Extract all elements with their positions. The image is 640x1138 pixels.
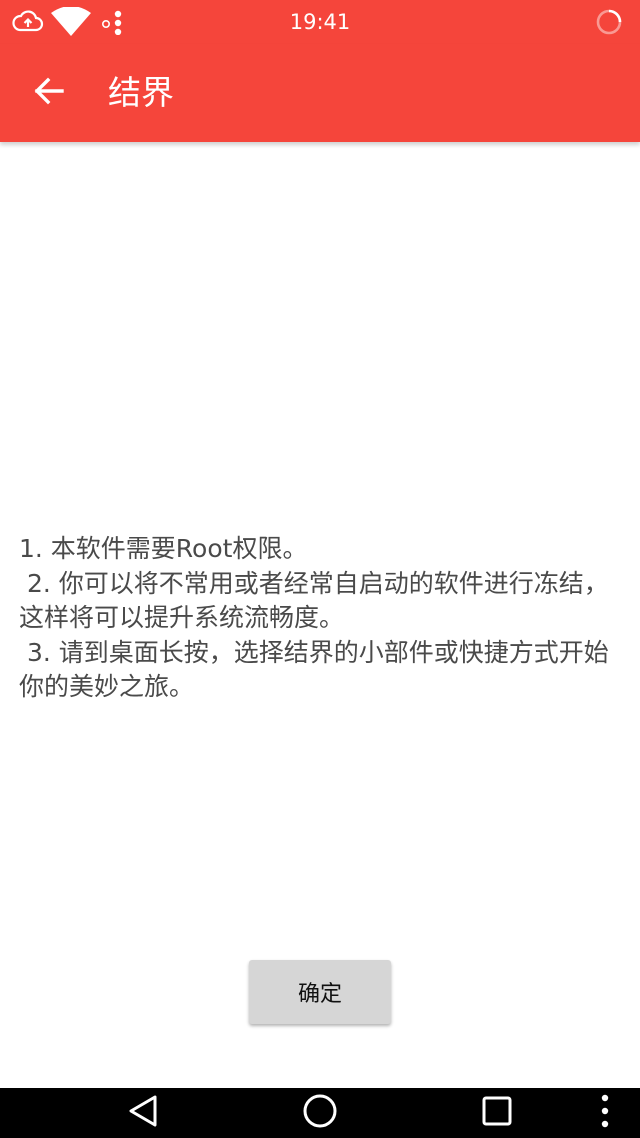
status-time: 19:41 [289,10,351,34]
recents-square-icon [481,1095,513,1131]
nav-home-button[interactable] [297,1088,343,1138]
more-vert-icon [600,1094,610,1132]
status-bar: 19:41 [0,0,640,44]
page-title: 结界 [108,73,174,112]
app-bar: 结界 [0,44,640,142]
arrow-back-icon [33,75,65,111]
nav-recents-button[interactable] [474,1088,520,1138]
loading-spinner-icon [594,0,624,44]
back-triangle-icon [127,1094,159,1132]
back-button[interactable] [20,65,78,121]
nav-back-button[interactable] [120,1088,166,1138]
home-circle-icon [302,1093,338,1133]
nav-bar [0,1088,640,1138]
confirm-button[interactable]: 确定 [249,960,391,1024]
info-text: 1. 本软件需要Root权限。 2. 你可以将不常用或者经常自启动的软件进行冻结… [19,534,609,701]
nav-more-button[interactable] [590,1088,620,1138]
